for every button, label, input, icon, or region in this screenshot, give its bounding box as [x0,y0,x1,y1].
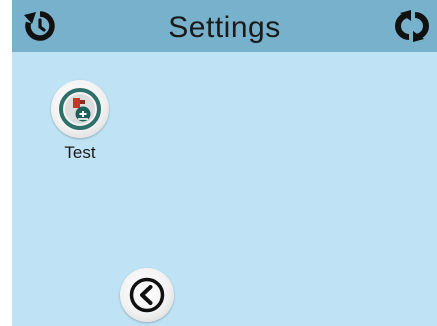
back-chevron-icon [129,277,165,313]
app-tile-test[interactable]: Test [49,80,111,170]
test-app-icon [51,80,109,138]
settings-screen: Settings Test [12,0,437,326]
refresh-button[interactable] [387,6,437,46]
app-label: Test [64,143,96,162]
page-title: Settings [168,11,281,44]
refresh-icon [395,10,429,42]
title-bar: Settings [12,0,437,52]
back-button[interactable] [120,268,174,322]
